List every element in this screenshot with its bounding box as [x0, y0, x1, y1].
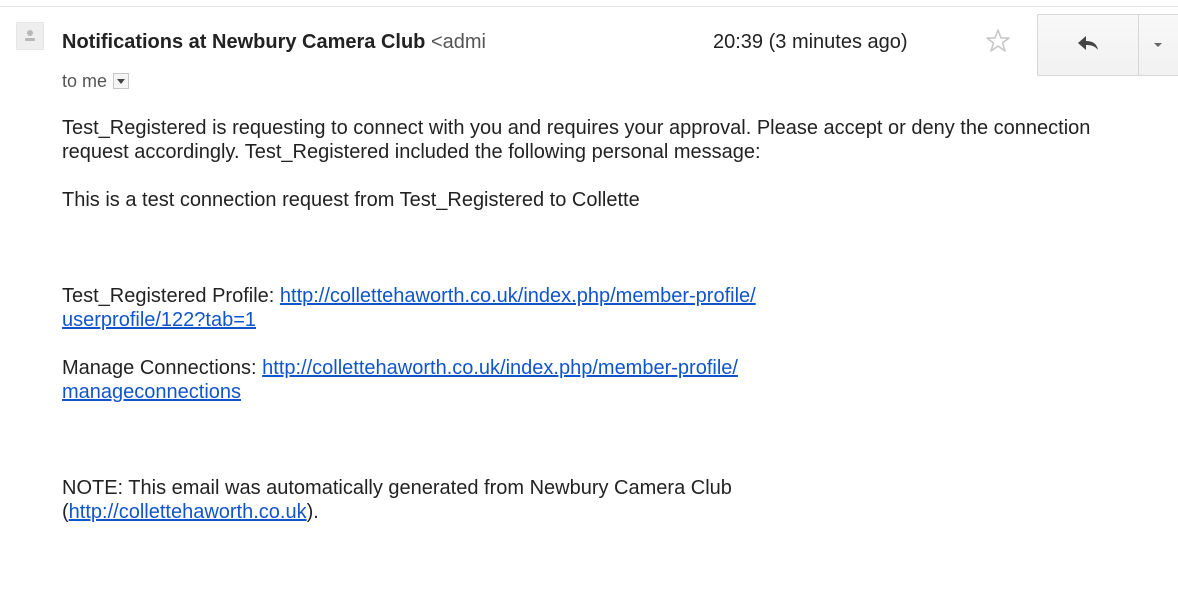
note-paren-open: ( [62, 501, 69, 523]
small-caret-down-icon[interactable] [113, 73, 130, 89]
caret-down-icon [1153, 36, 1163, 54]
sender-name[interactable]: Notifications at Newbury Camera Club [62, 31, 425, 53]
note-text: NOTE: This email was automatically gener… [62, 477, 732, 499]
star-outline-icon [985, 29, 1011, 58]
manage-connections-label: Manage Connections: [62, 357, 263, 379]
sender-email[interactable]: <admi [431, 30, 486, 54]
manage-connections-link[interactable]: http://collettehaworth.co.uk/index.php/m… [262, 357, 738, 379]
profile-line: Test_Registered Profile: http://collette… [62, 284, 1122, 332]
manage-connections-line: Manage Connections: http://collettehawor… [62, 356, 1122, 404]
sender-line: Notifications at Newbury Camera Club <ad… [62, 30, 486, 54]
recipient-label: to me [62, 71, 108, 91]
reply-arrow-icon [1076, 34, 1100, 57]
message-timestamp: 20:39 (3 minutes ago) [713, 31, 908, 53]
reply-button-group [1037, 14, 1178, 76]
top-divider [0, 6, 1178, 7]
body-paragraph-request: Test_Registered is requesting to connect… [62, 117, 1091, 163]
person-silhouette-icon [17, 23, 43, 49]
manage-connections-link-continued[interactable]: manageconnections [62, 381, 241, 403]
site-link[interactable]: http://collettehaworth.co.uk [69, 501, 307, 523]
star-toggle[interactable] [985, 28, 1011, 54]
profile-label: Test_Registered Profile: [62, 285, 280, 307]
more-actions-button[interactable] [1139, 14, 1178, 76]
sender-avatar [16, 22, 44, 50]
profile-link-continued[interactable]: userprofile/122?tab=1 [62, 309, 256, 331]
reply-button[interactable] [1037, 14, 1139, 76]
note-line: NOTE: This email was automatically gener… [62, 476, 1122, 524]
body-paragraph-message: This is a test connection request from T… [62, 189, 640, 211]
profile-link[interactable]: http://collettehaworth.co.uk/index.php/m… [280, 285, 756, 307]
message-body: Test_Registered is requesting to connect… [62, 116, 1122, 524]
recipient-line: to me [62, 70, 130, 92]
note-paren-close: ). [306, 501, 319, 523]
